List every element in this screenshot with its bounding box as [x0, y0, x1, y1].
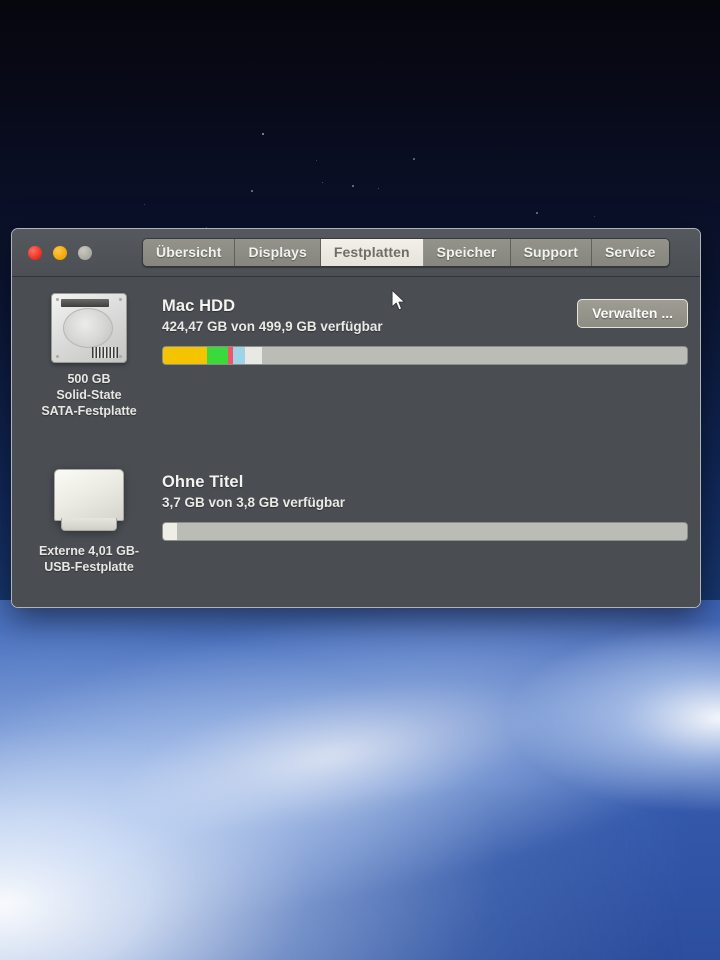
close-button[interactable] [28, 245, 42, 260]
zoom-button[interactable] [78, 245, 92, 260]
capacity-segment-frei [176, 523, 687, 540]
drive-caption-line: 500 GB [67, 372, 111, 386]
desktop: Übersicht Displays Festplatten Speicher … [0, 0, 720, 960]
tab-displays[interactable]: Displays [235, 239, 321, 266]
drive-caption-line: SATA-Festplatte [41, 403, 137, 418]
minimize-button[interactable] [53, 245, 67, 260]
window-content: 500 GB Solid-State SATA-Festplatte Mac H… [12, 277, 700, 607]
drive-icon-and-caption-external: Externe 4,01 GB- USB-Festplatte [26, 469, 152, 576]
drive-details-internal: Mac HDD 424,47 GB von 499,9 GB verfügbar… [162, 293, 688, 419]
capacity-segment-andere [244, 347, 262, 364]
window-traffic-lights [28, 245, 92, 260]
tab-bar: Übersicht Displays Festplatten Speicher … [142, 238, 670, 267]
drive-icon-and-caption-internal: 500 GB Solid-State SATA-Festplatte [26, 293, 152, 419]
manage-button[interactable]: Verwalten ... [577, 299, 688, 328]
system-information-window: Übersicht Displays Festplatten Speicher … [11, 228, 701, 608]
drive-caption-line: USB-Festplatte [44, 559, 134, 574]
drive-capacity-text-external: 3,7 GB von 3,8 GB verfügbar [162, 495, 346, 510]
wallpaper-wave [0, 600, 720, 960]
drive-title-external: Ohne Titel [162, 473, 244, 491]
tab-ubersicht[interactable]: Übersicht [143, 239, 236, 266]
capacity-bar-external [162, 522, 688, 541]
internal-hard-disk-icon [51, 293, 127, 363]
drive-caption-internal: 500 GB Solid-State SATA-Festplatte [41, 372, 136, 419]
drive-row-external: Externe 4,01 GB- USB-Festplatte Ohne Tit… [12, 469, 700, 576]
capacity-segment-apps [207, 347, 229, 364]
capacity-segment-belegt [163, 523, 177, 540]
tab-service[interactable]: Service [591, 239, 669, 266]
capacity-segment-frei [262, 347, 687, 364]
drive-details-external: Ohne Titel 3,7 GB von 3,8 GB verfügbar [162, 469, 688, 576]
drive-caption-line: Externe 4,01 GB- [38, 544, 140, 558]
drive-caption-line: Solid-State [56, 387, 122, 402]
tab-support[interactable]: Support [510, 239, 592, 266]
capacity-bar-internal [162, 346, 688, 365]
drive-caption-external: Externe 4,01 GB- USB-Festplatte [39, 544, 139, 576]
capacity-segment-andere-benutzer [232, 347, 245, 364]
capacity-segment-dokumente [163, 347, 208, 364]
external-usb-disk-icon [51, 469, 127, 535]
drive-row-internal: 500 GB Solid-State SATA-Festplatte Mac H… [12, 293, 700, 419]
window-titlebar[interactable]: Übersicht Displays Festplatten Speicher … [12, 229, 700, 277]
tab-speicher[interactable]: Speicher [423, 239, 511, 266]
tab-festplatten[interactable]: Festplatten [320, 239, 424, 266]
